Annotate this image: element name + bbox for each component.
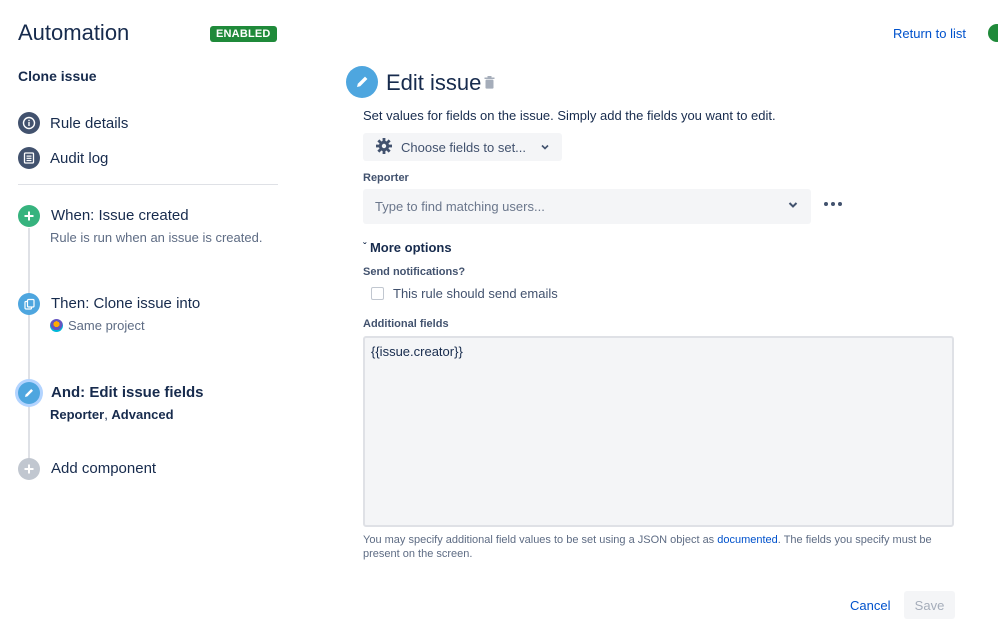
step-title: Add component: [51, 460, 157, 477]
chevron-down-icon: ˇ: [363, 242, 367, 253]
send-emails-checkbox[interactable]: [371, 287, 384, 300]
step-title: And: Edit issue fields: [51, 384, 204, 401]
clone-icon: [18, 293, 40, 315]
chevron-down-icon: [540, 140, 550, 155]
step-title: When: Issue created: [51, 207, 189, 224]
send-notifications-label: Send notifications?: [363, 266, 466, 278]
pencil-icon: [346, 66, 378, 98]
choose-fields-label: Choose fields to set...: [401, 139, 527, 155]
more-options-label: More options: [369, 240, 452, 255]
check-icon: [988, 24, 998, 42]
choose-fields-button[interactable]: Choose fields to set...: [363, 133, 562, 161]
additional-fields-label: Additional fields: [363, 318, 449, 330]
return-to-list-link[interactable]: Return to list: [893, 26, 966, 41]
help-text-before: You may specify additional field values …: [363, 534, 718, 546]
step-title: Then: Clone issue into: [51, 295, 201, 312]
reporter-label: Reporter: [363, 172, 409, 184]
send-emails-label: This rule should send emails: [393, 286, 558, 301]
additional-fields-textarea[interactable]: {{issue.creator}}: [363, 336, 954, 527]
plus-icon: [18, 205, 40, 227]
pencil-icon: [18, 382, 40, 404]
page-title: Automation: [18, 20, 130, 45]
step-subtitle: Rule is run when an issue is created.: [50, 230, 263, 245]
rule-name: Clone issue: [18, 68, 97, 84]
more-actions-icon[interactable]: [820, 198, 846, 210]
step-subtitle-separator: ,: [104, 407, 112, 422]
trash-icon[interactable]: [484, 76, 495, 94]
step-subtitle: Reporter, Advanced: [50, 407, 174, 422]
list-icon: [18, 147, 40, 169]
project-avatar-icon: [50, 319, 63, 332]
gear-icon: [375, 137, 393, 158]
send-emails-option[interactable]: This rule should send emails: [371, 286, 558, 301]
sidebar-item-label: Rule details: [50, 114, 129, 132]
sidebar-item-audit-log[interactable]: Audit log: [18, 147, 108, 169]
plus-icon: [18, 458, 40, 480]
step-subtitle-project: Same project: [50, 318, 145, 333]
sidebar-divider: [18, 184, 278, 185]
reporter-select[interactable]: Type to find matching users...: [363, 189, 811, 224]
project-name: Same project: [68, 318, 145, 333]
status-badge: ENABLED: [210, 26, 277, 42]
documented-link[interactable]: documented: [717, 534, 778, 546]
component-title: Edit issue: [386, 70, 482, 95]
reporter-placeholder: Type to find matching users...: [375, 199, 545, 214]
save-button[interactable]: Save: [904, 591, 955, 619]
cancel-button[interactable]: Cancel: [841, 591, 899, 619]
more-options-toggle[interactable]: ˇ More options: [363, 240, 452, 255]
component-description: Set values for fields on the issue. Simp…: [363, 108, 776, 123]
step-subtitle-advanced: Advanced: [111, 407, 174, 422]
sidebar-item-rule-details[interactable]: Rule details: [18, 112, 128, 134]
step-subtitle-reporter: Reporter: [50, 407, 105, 422]
chevron-down-icon: [787, 199, 799, 214]
help-text: You may specify additional field values …: [363, 533, 948, 561]
info-icon: [18, 112, 40, 134]
sidebar-item-label: Audit log: [50, 149, 109, 167]
timeline-line: [28, 228, 30, 460]
